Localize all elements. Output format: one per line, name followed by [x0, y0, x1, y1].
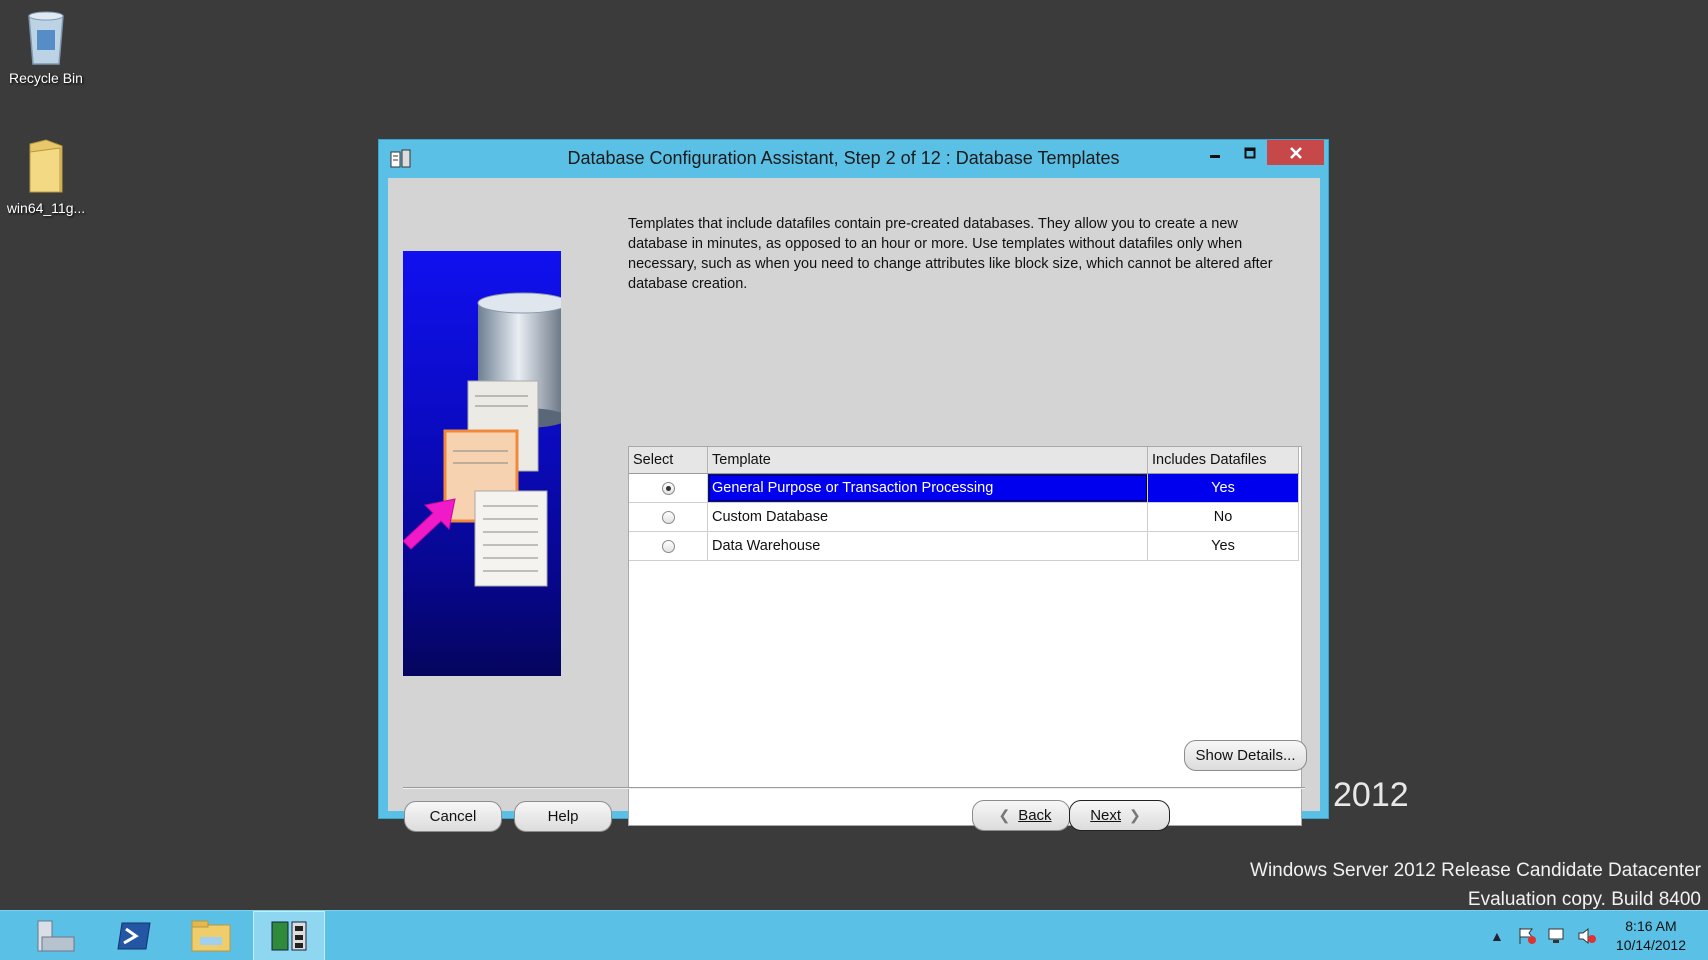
clock-date: 10/14/2012 — [1615, 937, 1686, 953]
template-name-cell[interactable]: General Purpose or Transaction Processin… — [708, 474, 1148, 502]
next-button-label: Next — [1090, 807, 1122, 824]
taskbar-dbca[interactable] — [253, 911, 325, 960]
template-radio[interactable] — [661, 510, 675, 524]
select-cell[interactable] — [629, 532, 708, 560]
system-tray: ▲ 8:16 AM 10/14/2012 — [1484, 911, 1708, 960]
minimize-button[interactable] — [1197, 140, 1232, 165]
recycle-bin-icon — [28, 11, 64, 65]
column-header-includes-datafiles[interactable]: Includes Datafiles — [1148, 447, 1299, 473]
window-title: Database Configuration Assistant, Step 2… — [567, 148, 1120, 168]
powershell-icon — [117, 922, 151, 950]
back-button-label: Back — [1018, 807, 1052, 824]
os-brand-year: 2012 — [1333, 776, 1409, 814]
recycle-bin-label: Recycle Bin — [9, 70, 83, 86]
os-info: Windows Server 2012 Release Candidate Da… — [1250, 856, 1701, 914]
template-radio[interactable] — [661, 539, 675, 553]
close-icon — [1289, 146, 1302, 159]
cancel-button[interactable]: Cancel — [404, 801, 502, 832]
help-button[interactable]: Help — [514, 801, 612, 832]
database-templates-illustration — [403, 251, 561, 676]
flag-icon — [1519, 928, 1536, 944]
title-bar[interactable]: Database Configuration Assistant, Step 2… — [379, 140, 1328, 178]
folder-icon — [29, 139, 63, 193]
template-radio[interactable] — [661, 481, 675, 495]
table-row[interactable]: Data Warehouse Yes — [629, 532, 1299, 561]
volume-icon[interactable] — [1574, 925, 1600, 947]
dbca-window: Database Configuration Assistant, Step 2… — [378, 139, 1329, 832]
dbca-app-icon — [271, 921, 307, 951]
server-manager-icon — [37, 920, 75, 952]
table-row[interactable]: Custom Database No — [629, 503, 1299, 532]
includes-datafiles-cell: Yes — [1148, 474, 1299, 502]
show-hidden-icons-chevron-up-icon[interactable]: ▲ — [1484, 925, 1510, 947]
table-body: General Purpose or Transaction Processin… — [629, 474, 1299, 561]
chevron-right-icon: ❯ — [1129, 807, 1141, 823]
chevron-left-icon: ❮ — [998, 807, 1011, 823]
show-details-button[interactable]: Show Details... — [1184, 740, 1307, 771]
column-header-template[interactable]: Template — [708, 447, 1148, 473]
clock-time: 8:16 AM — [1625, 918, 1677, 934]
speaker-muted-icon — [1578, 927, 1596, 945]
table-row[interactable]: General Purpose or Transaction Processin… — [629, 474, 1299, 503]
file-explorer-icon — [191, 920, 231, 952]
minimize-icon — [1209, 154, 1220, 158]
network-icon[interactable] — [1544, 925, 1570, 947]
back-button[interactable]: ❮ Back — [972, 800, 1070, 831]
os-edition: Windows Server 2012 Release Candidate Da… — [1250, 860, 1701, 881]
templates-description: Templates that include datafiles contain… — [628, 216, 1273, 292]
select-cell[interactable] — [629, 474, 708, 502]
taskbar-server-manager[interactable] — [20, 911, 92, 960]
desktop-icon-win64-folder[interactable]: win64_11g... — [0, 138, 92, 216]
network-status-icon — [1548, 928, 1564, 943]
template-name-cell[interactable]: Custom Database — [708, 503, 1148, 531]
folder-label: win64_11g... — [6, 200, 86, 216]
maximize-icon — [1244, 147, 1255, 158]
dialog-content: Templates that include datafiles contain… — [388, 178, 1320, 832]
close-button[interactable] — [1267, 140, 1324, 165]
table-header: Select Template Includes Datafiles — [629, 447, 1299, 474]
next-button[interactable]: Next ❯ — [1069, 800, 1170, 831]
template-name-cell[interactable]: Data Warehouse — [708, 532, 1148, 560]
column-header-select[interactable]: Select — [629, 447, 708, 473]
taskbar: ▲ 8:16 AM 10/14/2012 — [0, 910, 1708, 960]
desktop-icon-recycle-bin[interactable]: Recycle Bin — [0, 8, 92, 86]
taskbar-powershell[interactable] — [98, 911, 170, 960]
action-center-flag-icon[interactable] — [1514, 925, 1540, 947]
includes-datafiles-cell: No — [1148, 503, 1299, 531]
taskbar-clock[interactable]: 8:16 AM 10/14/2012 — [1616, 917, 1686, 955]
includes-datafiles-cell: Yes — [1148, 532, 1299, 560]
database-illustration-icon — [403, 292, 561, 587]
maximize-button[interactable] — [1232, 140, 1267, 165]
taskbar-file-explorer[interactable] — [175, 911, 247, 960]
button-separator — [403, 787, 1305, 789]
select-cell[interactable] — [629, 503, 708, 531]
